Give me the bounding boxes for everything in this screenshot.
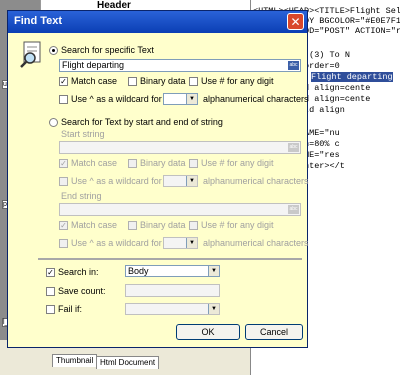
search-in-dropdown[interactable]: Body ▼: [125, 265, 220, 277]
end-string-field[interactable]: abc: [59, 203, 301, 216]
end-match-case-label: Match case: [71, 220, 118, 230]
search-in-label: Search in:: [58, 267, 99, 277]
binary-data-label: Binary data: [140, 76, 186, 86]
start-string-label: Start string: [61, 129, 105, 139]
fail-if-checkbox[interactable]: [46, 305, 55, 314]
tab-thumbnail[interactable]: Thumbnail: [52, 354, 98, 367]
start-use-hash-label: Use # for any digit: [201, 158, 274, 168]
find-text-dialog: Find Text ✕ Search for specific Text Fli…: [7, 10, 309, 348]
start-string-field[interactable]: abc: [59, 141, 301, 154]
end-use-caret-checkbox[interactable]: [59, 239, 68, 248]
start-alnum-label: alphanumerical characters: [203, 176, 309, 186]
save-count-field[interactable]: [125, 284, 220, 297]
search-in-value: Body: [128, 266, 149, 276]
use-caret-label: Use ^ as a wildcard for: [71, 94, 162, 104]
abc-icon[interactable]: abc: [288, 143, 299, 152]
start-use-caret-label: Use ^ as a wildcard for: [71, 176, 162, 186]
start-end-label: Search for Text by start and end of stri…: [61, 117, 223, 127]
start-match-case-label: Match case: [71, 158, 118, 168]
tab-html-document[interactable]: Html Document: [96, 356, 160, 369]
start-use-hash-checkbox[interactable]: [189, 159, 198, 168]
end-binary-data-label: Binary data: [140, 220, 186, 230]
ok-button[interactable]: OK: [176, 324, 240, 340]
fail-if-dropdown[interactable]: ▼: [125, 303, 220, 315]
use-hash-checkbox[interactable]: [189, 77, 198, 86]
end-use-hash-label: Use # for any digit: [201, 220, 274, 230]
start-match-case-checkbox[interactable]: ✓: [59, 159, 68, 168]
start-binary-data-label: Binary data: [140, 158, 186, 168]
save-count-label: Save count:: [58, 286, 106, 296]
start-wildcard-dropdown[interactable]: ▼: [163, 175, 198, 187]
end-string-label: End string: [61, 191, 102, 201]
specific-text-radio[interactable]: [49, 46, 58, 55]
end-wildcard-dropdown[interactable]: ▼: [163, 237, 198, 249]
wildcard-dropdown[interactable]: ▼: [163, 93, 198, 105]
abc-icon[interactable]: abc: [288, 61, 299, 70]
separator: [38, 258, 302, 260]
start-binary-data-checkbox[interactable]: [128, 159, 137, 168]
match-case-label: Match case: [71, 76, 118, 86]
specific-text-label: Search for specific Text: [61, 45, 154, 55]
fail-if-label: Fail if:: [58, 304, 83, 314]
match-case-checkbox[interactable]: ✓: [59, 77, 68, 86]
dialog-title: Find Text: [14, 15, 63, 27]
specific-text-field[interactable]: Flight departing abc: [59, 59, 301, 72]
title-bar[interactable]: Find Text ✕: [8, 11, 307, 33]
binary-data-checkbox[interactable]: [128, 77, 137, 86]
start-end-radio[interactable]: [49, 118, 58, 127]
chevron-down-icon: ▼: [208, 304, 219, 314]
cancel-button[interactable]: Cancel: [245, 324, 303, 340]
chevron-down-icon: ▼: [186, 238, 197, 248]
chevron-down-icon: ▼: [208, 266, 219, 276]
search-in-checkbox[interactable]: ✓: [46, 268, 55, 277]
end-use-hash-checkbox[interactable]: [189, 221, 198, 230]
code-line-selected: Flight departing: [311, 72, 393, 82]
use-caret-checkbox[interactable]: [59, 95, 68, 104]
use-hash-label: Use # for any digit: [201, 76, 274, 86]
chevron-down-icon: ▼: [186, 94, 197, 104]
start-use-caret-checkbox[interactable]: [59, 177, 68, 186]
abc-icon[interactable]: abc: [288, 205, 299, 214]
specific-text-value: Flight departing: [62, 60, 125, 70]
close-button[interactable]: ✕: [287, 13, 304, 30]
save-count-checkbox[interactable]: [46, 287, 55, 296]
find-text-icon: [20, 41, 41, 68]
chevron-down-icon: ▼: [186, 176, 197, 186]
alnum-label: alphanumerical characters: [203, 94, 309, 104]
end-binary-data-checkbox[interactable]: [128, 221, 137, 230]
end-use-caret-label: Use ^ as a wildcard for: [71, 238, 162, 248]
end-alnum-label: alphanumerical characters: [203, 238, 309, 248]
end-match-case-checkbox[interactable]: ✓: [59, 221, 68, 230]
